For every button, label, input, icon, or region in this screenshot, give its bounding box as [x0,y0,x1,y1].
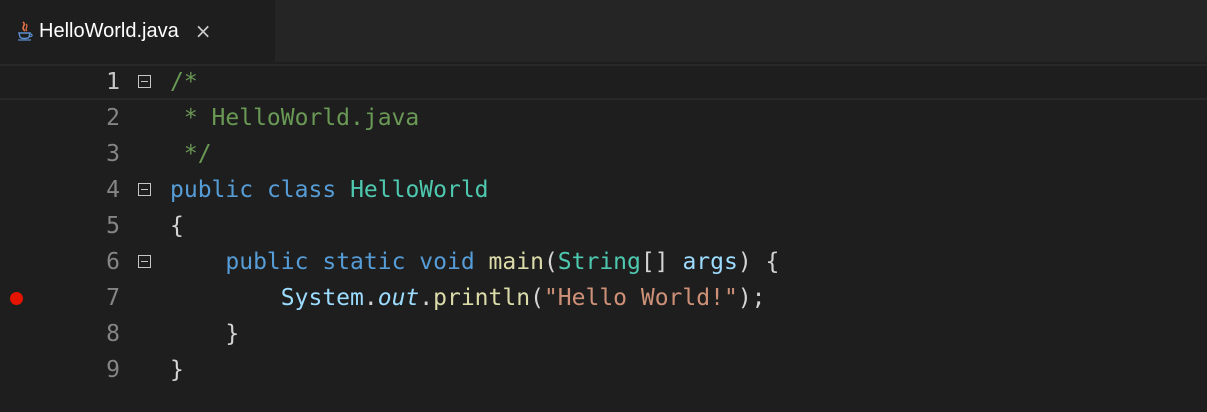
fold-collapse-icon[interactable] [138,75,151,88]
editor-area[interactable]: 1/* 2 * HelloWorld.java 3 */4 public class … [0,62,1207,412]
tab-label: HelloWorld.java [39,19,179,42]
code-token: } [170,321,240,347]
tab-helloworld-java[interactable]: HelloWorld.java × [0,0,275,62]
code-token: ( [543,249,558,275]
line-number: 2 [106,105,120,131]
code-text: public static void main(String[] args) { [170,244,779,280]
code-text: System.out.println("Hello World!"); [170,280,766,316]
code-line[interactable]: 5{ [0,208,1207,244]
code-line[interactable]: 6 public static void main(String[] args)… [0,244,1207,280]
line-number: 6 [106,249,120,275]
code-text: */ [170,136,212,172]
code-line[interactable]: 1 /* [0,64,1207,100]
code-line[interactable]: 9} [0,352,1207,388]
line-number: 9 [106,357,120,383]
line-number: 8 [106,321,120,347]
java-file-icon [17,20,33,42]
code-text: } [170,316,239,352]
code-token: * HelloWorld.java [170,105,420,131]
fold-collapse-icon[interactable] [138,183,151,196]
code-token: public [225,249,309,275]
line-number: 5 [106,213,120,239]
line-number: 1 [106,69,120,95]
code-token: { [170,213,184,239]
code-token: static [322,249,406,275]
code-line[interactable]: 7 System.out.println("Hello World!"); [0,280,1207,316]
code-token: public [170,177,254,203]
code-text: { [170,208,184,244]
code-token: HelloWorld [350,177,489,203]
code-editor-window: HelloWorld.java × 1 /* 2 * HelloWorld.java… [0,0,1207,412]
code-line[interactable]: 2 * HelloWorld.java [0,100,1207,136]
code-token: [] [640,249,683,275]
close-icon[interactable]: × [195,21,212,41]
code-token: System [280,285,364,311]
code-token: "Hello World!" [543,285,738,311]
code-token: out [377,285,420,311]
code-token: . [419,285,434,311]
line-number: 3 [106,141,120,167]
code-text: /* [170,66,198,98]
code-token: . [363,285,378,311]
code-line[interactable]: 8 } [0,316,1207,352]
code-token: ) { [737,249,780,275]
code-token: class [266,177,337,203]
code-token: main [488,249,544,275]
code-token: args [682,249,738,275]
code-token: } [170,357,184,383]
code-token: void [419,249,475,275]
code-token: */ [170,141,212,167]
code-token: ( [530,285,544,311]
code-text: } [170,352,184,388]
code-text: * HelloWorld.java [170,100,419,136]
tab-bar: HelloWorld.java × [0,0,1207,62]
code-token: println [433,285,531,311]
breakpoint-icon[interactable] [10,292,23,305]
line-number: 4 [106,177,120,203]
line-number: 7 [106,285,120,311]
code-line[interactable]: 4 public class HelloWorld [0,172,1207,208]
fold-collapse-icon[interactable] [138,255,151,268]
code-text: public class HelloWorld [170,172,489,208]
code-token: ); [737,285,766,311]
code-token: /* [170,69,198,95]
code-token: String [557,249,641,275]
code-line[interactable]: 3 */ [0,136,1207,172]
